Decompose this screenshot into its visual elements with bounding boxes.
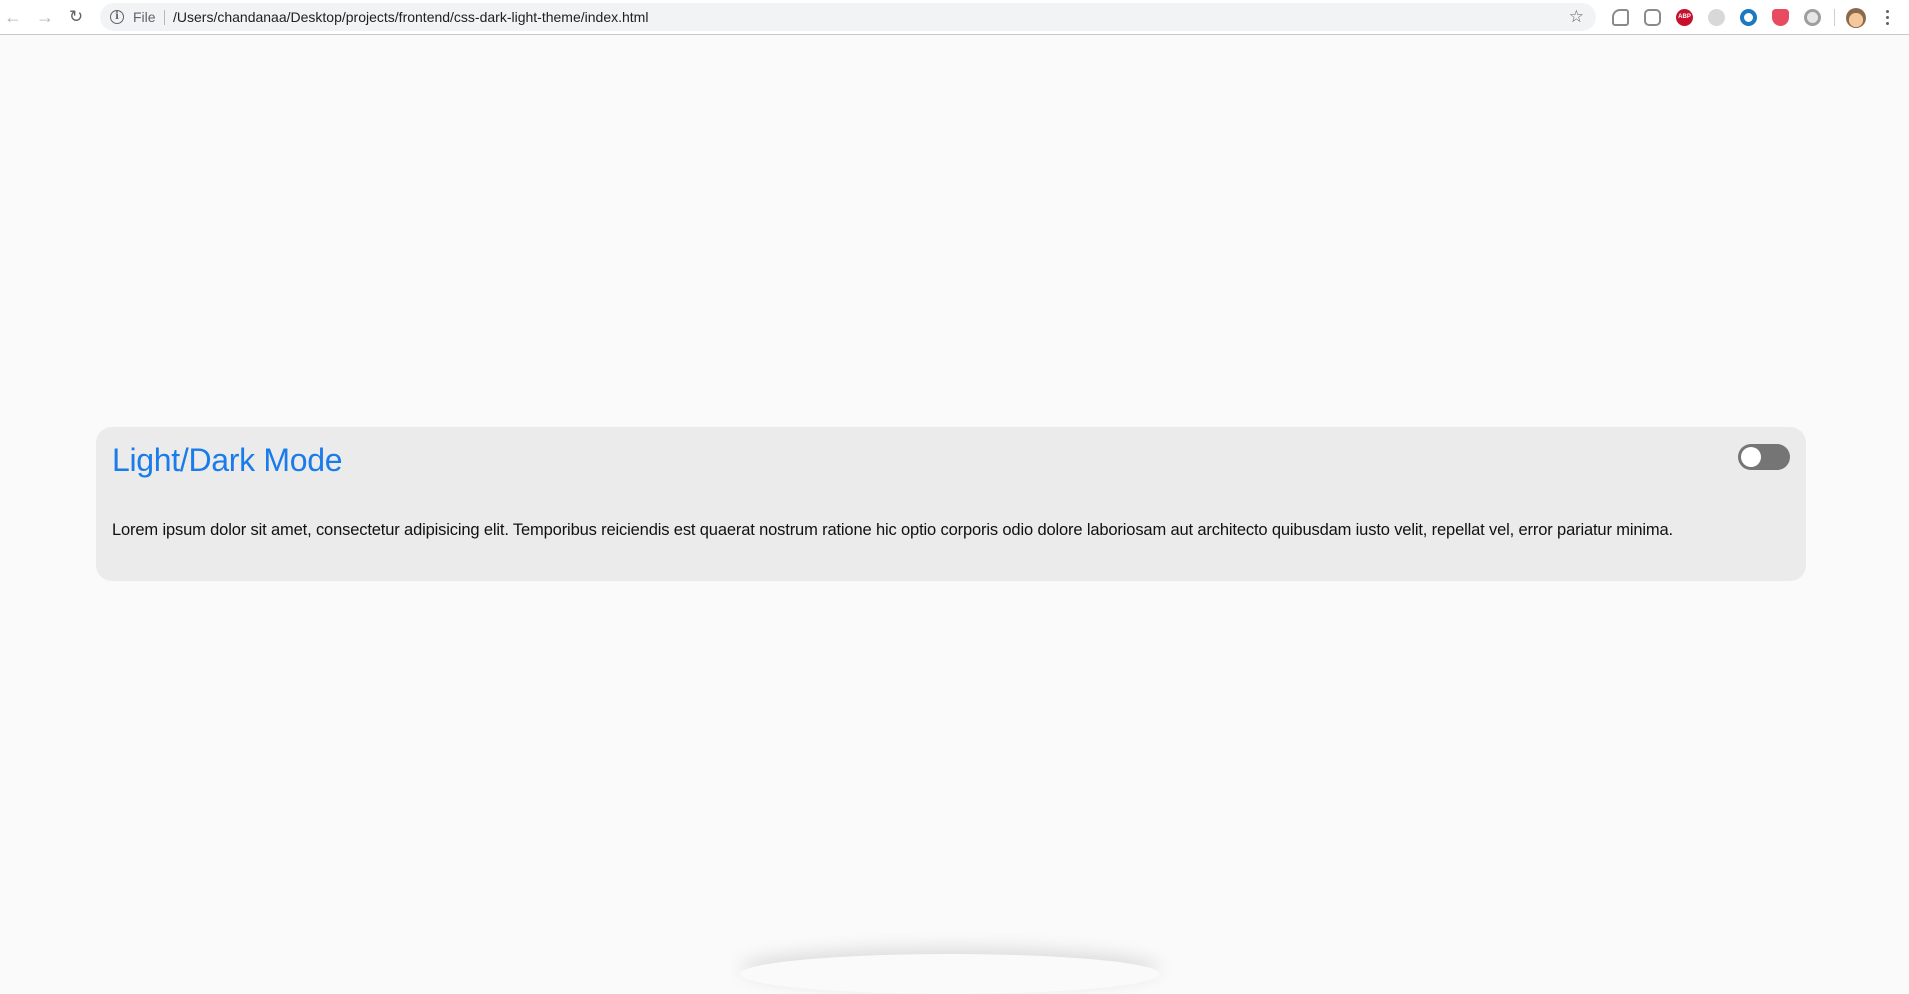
grey-extension-icon[interactable] [1708,9,1725,26]
scheme-label: File [133,9,156,25]
adblock-icon[interactable]: ABP [1676,9,1693,26]
address-bar[interactable]: i File /Users/chandanaa/Desktop/projects… [100,3,1596,31]
blue-ring-extension-icon[interactable] [1740,9,1757,26]
robot-extension-icon[interactable] [1644,9,1661,26]
star-icon[interactable]: ☆ [1569,3,1584,31]
theme-card: Light/Dark Mode Lorem ipsum dolor sit am… [96,427,1806,581]
reload-button[interactable]: ↻ [65,6,87,28]
card-paragraph: Lorem ipsum dolor sit amet, consectetur … [112,521,1673,539]
circle-extension-icon[interactable] [1804,9,1821,26]
card-title: Light/Dark Mode [112,442,343,478]
forward-button[interactable]: → [34,6,56,28]
theme-toggle[interactable] [1738,444,1790,470]
cast-icon[interactable] [1612,9,1629,26]
url-text[interactable]: /Users/chandanaa/Desktop/projects/fronte… [173,3,648,31]
arrow-right-icon: → [36,6,54,27]
back-button[interactable]: ← [2,6,24,28]
omnibox-divider [164,10,165,25]
arrow-left-icon: ← [4,6,22,27]
profile-avatar-icon[interactable] [1846,8,1866,28]
browser-toolbar: ← → ↻ i File /Users/chandanaa/Desktop/pr… [0,0,1909,35]
more-vert-icon[interactable] [1880,6,1894,28]
shield-extension-icon[interactable] [1772,9,1789,26]
info-icon[interactable]: i [110,10,124,24]
bottom-shadow [740,954,1160,994]
toggle-knob [1741,447,1761,467]
reload-icon: ↻ [68,7,84,26]
toolbar-divider [1834,9,1835,26]
